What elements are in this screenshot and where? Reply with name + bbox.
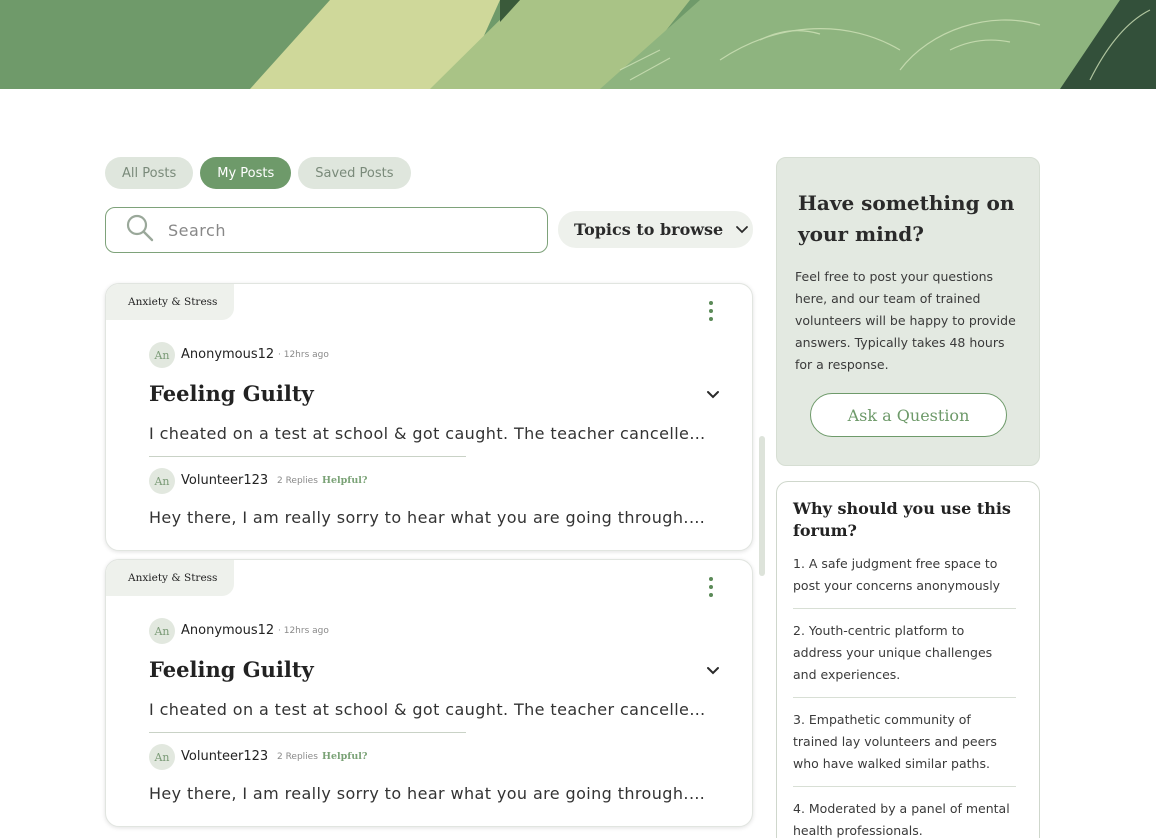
more-options-icon[interactable] <box>706 576 716 598</box>
reply-author[interactable]: Volunteer123 <box>181 749 268 764</box>
post-card: Anxiety & Stress An Anonymous12 · 12hrs … <box>105 559 753 827</box>
post-author[interactable]: Anonymous12 <box>181 347 274 362</box>
banner-illustration <box>0 0 1156 89</box>
avatar: An <box>149 342 175 368</box>
cta-heading: Have something on your mind? <box>798 191 1015 246</box>
reply-count: 2 Replies <box>277 476 318 486</box>
post-title[interactable]: Feeling Guilty <box>149 657 314 682</box>
avatar: An <box>149 744 175 770</box>
reply-body: Hey there, I am really sorry to hear wha… <box>149 508 709 527</box>
post-body: I cheated on a test at school & got caug… <box>149 700 709 719</box>
search-box <box>105 207 548 253</box>
chevron-down-icon <box>735 220 749 239</box>
list-item: 3. Empathetic community of trained lay v… <box>793 709 1016 787</box>
ask-question-button[interactable]: Ask a Question <box>810 393 1007 437</box>
why-list: 1. A safe judgment free space to post yo… <box>793 553 1016 838</box>
post-author[interactable]: Anonymous12 <box>181 623 274 638</box>
divider <box>149 456 466 457</box>
header-banner <box>0 0 1156 89</box>
scrollbar[interactable] <box>759 436 765 576</box>
list-item: 2. Youth-centric platform to address you… <box>793 620 1016 698</box>
search-icon <box>126 214 154 247</box>
list-item: 1. A safe judgment free space to post yo… <box>793 553 1016 609</box>
reply-author[interactable]: Volunteer123 <box>181 473 268 488</box>
chevron-down-icon[interactable] <box>705 387 721 403</box>
divider <box>149 732 466 733</box>
search-input[interactable] <box>168 220 508 240</box>
avatar: An <box>149 618 175 644</box>
post-time: · 12hrs ago <box>278 350 329 360</box>
cta-text: Feel free to post your questions here, a… <box>795 269 1016 372</box>
post-topic-tag: Anxiety & Stress <box>106 284 234 320</box>
reply-count: 2 Replies <box>277 752 318 762</box>
chevron-down-icon[interactable] <box>705 663 721 679</box>
why-forum-panel: Why should you use this forum? 1. A safe… <box>776 481 1040 838</box>
post-topic-tag: Anxiety & Stress <box>106 560 234 596</box>
list-item: 4. Moderated by a panel of mental health… <box>793 798 1016 838</box>
tab-saved-posts[interactable]: Saved Posts <box>298 157 411 189</box>
post-card: Anxiety & Stress An Anonymous12 · 12hrs … <box>105 283 753 551</box>
why-heading: Why should you use this forum? <box>793 499 1011 540</box>
helpful-link[interactable]: Helpful? <box>322 751 367 762</box>
tab-my-posts[interactable]: My Posts <box>200 157 292 189</box>
topics-dropdown[interactable]: Topics to browse <box>558 211 753 248</box>
post-time: · 12hrs ago <box>278 626 329 636</box>
post-filter-tabs: All Posts My Posts Saved Posts <box>105 157 411 189</box>
helpful-link[interactable]: Helpful? <box>322 475 367 486</box>
more-options-icon[interactable] <box>706 300 716 322</box>
ask-question-panel: Have something on your mind? Feel free t… <box>776 157 1040 466</box>
reply-body: Hey there, I am really sorry to hear wha… <box>149 784 709 803</box>
post-title[interactable]: Feeling Guilty <box>149 381 314 406</box>
post-body: I cheated on a test at school & got caug… <box>149 424 709 443</box>
avatar: An <box>149 468 175 494</box>
tab-all-posts[interactable]: All Posts <box>105 157 194 189</box>
topics-dropdown-label: Topics to browse <box>574 220 724 239</box>
